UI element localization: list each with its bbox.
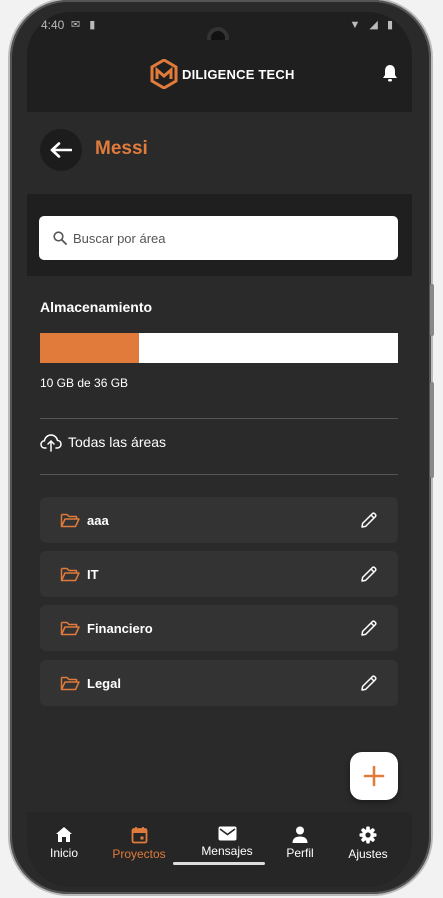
calendar-icon [131,827,147,844]
folder-icon [60,566,80,582]
nav-item-perfil[interactable]: Perfil [283,826,317,860]
signal-battery-icons: ▼ ◢ ▮ [349,19,396,31]
nav-label: Ajustes [348,847,388,861]
arrow-left-icon [50,142,72,158]
folder-icon [60,675,80,691]
notification-icons: ✉ ▮ [71,19,99,31]
notifications-bell-icon[interactable] [382,64,398,87]
person-icon [292,826,308,843]
diligence-logo-icon [150,59,178,89]
area-name: IT [87,566,99,582]
area-name: Financiero [87,620,153,636]
gesture-bar [173,862,265,865]
nav-label: Proyectos [112,847,166,861]
storage-progress-bar [40,333,398,363]
area-row-aaa[interactable]: aaa [40,497,398,543]
nav-item-inicio[interactable]: Inicio [47,826,81,860]
edit-pencil-icon[interactable] [360,511,378,529]
area-name: Legal [87,675,121,691]
volume-button [430,382,434,478]
folder-icon [60,620,80,636]
folder-icon [60,512,80,528]
page-title: Messi [95,138,148,159]
area-row-financiero[interactable]: Financiero [40,605,398,651]
app-screen: 4:40 ✉ ▮ ▼ ◢ ▮ DILIGENCE TECH Messi Busc… [27,12,412,887]
bottom-navigation: Inicio Proyectos Mensajes Perfil Ajustes [27,812,412,887]
add-area-button[interactable] [350,752,398,800]
nav-label: Perfil [286,846,314,860]
storage-title: Almacenamiento [40,299,153,315]
back-button[interactable] [40,129,82,171]
mail-icon [218,826,236,841]
power-button [430,284,434,336]
status-time: 4:40 [41,18,65,32]
area-row-legal[interactable]: Legal [40,660,398,706]
all-areas-label: Todas las áreas [68,434,167,450]
nav-item-mensajes[interactable]: Mensajes [197,826,257,858]
gear-icon [359,826,377,844]
nav-item-ajustes[interactable]: Ajustes [345,826,391,861]
cloud-upload-icon [40,434,62,452]
area-name: aaa [87,512,109,528]
edit-pencil-icon[interactable] [360,619,378,637]
app-header: DILIGENCE TECH [27,40,412,112]
search-section [27,194,412,276]
all-areas-link[interactable]: Todas las áreas [40,427,166,457]
search-input[interactable] [71,229,375,247]
divider [40,418,398,419]
logo-text: DILIGENCE TECH [182,66,295,82]
plus-icon [363,765,385,787]
home-icon [56,827,72,842]
storage-progress-fill [40,333,140,363]
nav-label: Inicio [49,846,78,860]
nav-item-proyectos[interactable]: Proyectos [109,826,169,861]
search-icon [53,231,67,245]
search-box[interactable] [39,216,398,260]
title-bar: Messi [27,112,412,194]
area-row-it[interactable]: IT [40,551,398,597]
edit-pencil-icon[interactable] [360,565,378,583]
storage-usage-text: 10 GB de 36 GB [40,376,129,390]
content-area: Almacenamiento 10 GB de 36 GB Todas las … [27,276,412,812]
edit-pencil-icon[interactable] [360,674,378,692]
divider [40,474,398,475]
nav-label: Mensajes [201,844,253,858]
logo: DILIGENCE TECH [150,59,295,89]
